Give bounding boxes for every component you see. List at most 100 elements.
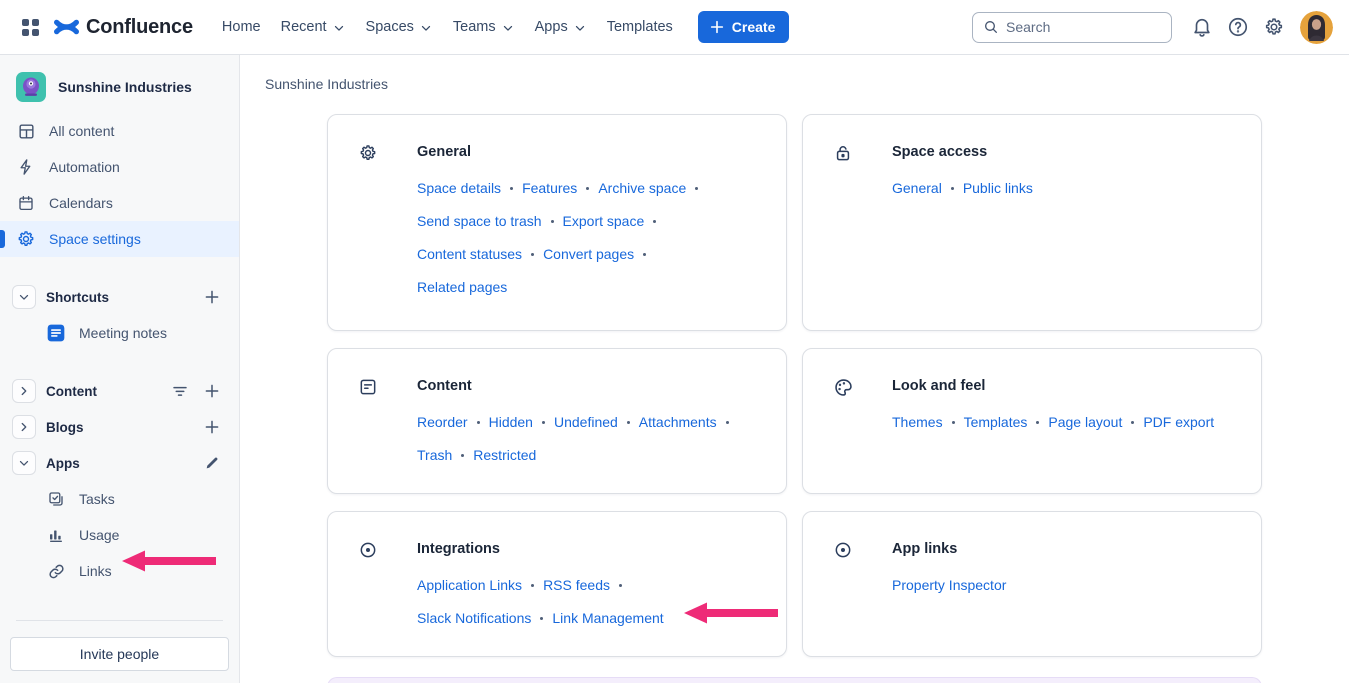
content-section-actions xyxy=(167,378,225,404)
top-nav-label: Home xyxy=(222,19,261,35)
link-rss-feeds[interactable]: RSS feeds xyxy=(543,577,610,593)
link-space-details[interactable]: Space details xyxy=(417,180,501,196)
dot-separator xyxy=(586,187,589,190)
link-themes[interactable]: Themes xyxy=(892,414,943,430)
sidebar-item-automation[interactable]: Automation xyxy=(0,149,239,185)
top-nav-teams[interactable]: Teams xyxy=(446,13,522,41)
chevron-down-icon[interactable] xyxy=(12,451,36,475)
top-nav-templates[interactable]: Templates xyxy=(600,13,680,41)
calendars-icon xyxy=(16,194,36,212)
sidebar-item-calendars[interactable]: Calendars xyxy=(0,185,239,221)
notifications-button[interactable] xyxy=(1186,11,1218,43)
link-features[interactable]: Features xyxy=(522,180,577,196)
link-undefined[interactable]: Undefined xyxy=(554,414,618,430)
plus-icon[interactable] xyxy=(199,414,225,440)
link-property-inspector[interactable]: Property Inspector xyxy=(892,577,1006,593)
link-link-management[interactable]: Link Management xyxy=(552,610,663,626)
space-avatar xyxy=(16,72,46,102)
top-nav-label: Templates xyxy=(607,19,673,35)
link-pdf-export[interactable]: PDF export xyxy=(1143,414,1214,430)
link-content-statuses[interactable]: Content statuses xyxy=(417,246,522,262)
card-link-line: Slack Notifications Link Management xyxy=(417,602,664,635)
sidebar-sections: ShortcutsMeeting notesContentBlogsAppsTa… xyxy=(0,279,239,589)
grid-icon xyxy=(22,19,39,36)
card-general: GeneralSpace detailsFeaturesArchive spac… xyxy=(327,114,787,331)
link-application-links[interactable]: Application Links xyxy=(417,577,522,593)
link-public-links[interactable]: Public links xyxy=(963,180,1033,196)
top-nav-recent[interactable]: Recent xyxy=(274,13,353,41)
link-hidden[interactable]: Hidden xyxy=(489,414,533,430)
shortcut-meeting-notes[interactable]: Meeting notes xyxy=(0,315,239,351)
top-nav-apps[interactable]: Apps xyxy=(528,13,594,41)
create-button[interactable]: Create xyxy=(698,11,790,43)
gear-icon xyxy=(16,229,36,249)
tasks-icon xyxy=(46,490,66,508)
top-nav-spaces[interactable]: Spaces xyxy=(359,13,440,41)
blogs-section-actions xyxy=(199,414,225,440)
invite-people-button[interactable]: Invite people xyxy=(10,637,229,671)
link-page-layout[interactable]: Page layout xyxy=(1048,414,1122,430)
blogs-section-header: Blogs xyxy=(0,409,239,445)
space-settings-cards: General Space details Features Archive spac… xyxy=(327,114,1262,657)
top-bar-right xyxy=(972,11,1333,44)
link-export-space[interactable]: Export space xyxy=(563,213,645,229)
link-restricted[interactable]: Restricted xyxy=(473,447,536,463)
help-button[interactable] xyxy=(1222,11,1254,43)
link-send-space-to-trash[interactable]: Send space to trash xyxy=(417,213,542,229)
chevron-down-icon[interactable] xyxy=(12,285,36,309)
filter-icon[interactable] xyxy=(167,378,193,404)
chevron-right-icon[interactable] xyxy=(12,415,36,439)
confluence-logo[interactable]: Confluence xyxy=(54,16,193,39)
search-icon xyxy=(983,19,999,35)
meeting-notes-icon xyxy=(46,323,66,343)
top-nav-label: Teams xyxy=(453,19,496,35)
user-avatar[interactable] xyxy=(1300,11,1333,44)
space-header[interactable]: Sunshine Industries xyxy=(0,69,239,105)
sidebar-item-space-settings[interactable]: Space settings xyxy=(0,221,239,257)
link-general[interactable]: General xyxy=(892,180,942,196)
chevron-right-icon[interactable] xyxy=(12,379,36,403)
dot-separator xyxy=(540,617,543,620)
top-nav-home[interactable]: Home xyxy=(215,13,268,41)
apps-item-usage[interactable]: Usage xyxy=(0,517,239,553)
apps-section-label: Apps xyxy=(46,456,80,471)
blogs-section-label: Blogs xyxy=(46,420,84,435)
card-link-line: Reorder Hidden Undefined Attachments xyxy=(417,406,738,439)
link-slack-notifications[interactable]: Slack Notifications xyxy=(417,610,531,626)
link-archive-space[interactable]: Archive space xyxy=(598,180,686,196)
sidebar-item-label: Automation xyxy=(49,159,120,175)
search-input[interactable] xyxy=(1006,19,1136,35)
shortcuts-section-label: Shortcuts xyxy=(46,290,109,305)
card-body: GeneralSpace detailsFeaturesArchive spac… xyxy=(417,141,707,304)
edit-icon[interactable] xyxy=(199,450,225,476)
breadcrumb[interactable]: Sunshine Industries xyxy=(240,76,388,92)
space-sidebar: Sunshine Industries All content Automatio… xyxy=(0,55,240,683)
link-templates[interactable]: Templates xyxy=(964,414,1028,430)
shortcuts-section-actions xyxy=(199,284,225,310)
card-body: Look and feelThemesTemplatesPage layoutP… xyxy=(892,375,1214,439)
card-content: ContentReorderHiddenUndefinedAttachments… xyxy=(327,348,787,494)
link-trash[interactable]: Trash xyxy=(417,447,452,463)
sidebar-item-all-content[interactable]: All content xyxy=(0,113,239,149)
link-reorder[interactable]: Reorder xyxy=(417,414,468,430)
apps-item-tasks[interactable]: Tasks xyxy=(0,481,239,517)
usage-icon xyxy=(46,526,66,544)
search-box[interactable] xyxy=(972,12,1172,43)
plus-icon[interactable] xyxy=(199,378,225,404)
chevron-down-icon xyxy=(573,20,587,35)
chevron-down-icon xyxy=(419,20,433,35)
brand-name: Confluence xyxy=(86,16,193,39)
link-convert-pages[interactable]: Convert pages xyxy=(543,246,634,262)
app-switcher-icon[interactable] xyxy=(14,11,46,43)
card-app-links: App linksProperty Inspector xyxy=(802,511,1262,657)
plus-icon[interactable] xyxy=(199,284,225,310)
link-related-pages[interactable]: Related pages xyxy=(417,279,507,295)
card-space-access: Space accessGeneralPublic links xyxy=(802,114,1262,331)
dot-separator xyxy=(695,187,698,190)
card-links: Themes Templates Page layout PDF export xyxy=(892,406,1214,439)
top-nav-label: Spaces xyxy=(366,19,414,35)
apps-item-links[interactable]: Links xyxy=(0,553,239,589)
link-attachments[interactable]: Attachments xyxy=(639,414,717,430)
card-link-line: Send space to trash Export space xyxy=(417,205,707,238)
settings-button[interactable] xyxy=(1258,11,1290,43)
